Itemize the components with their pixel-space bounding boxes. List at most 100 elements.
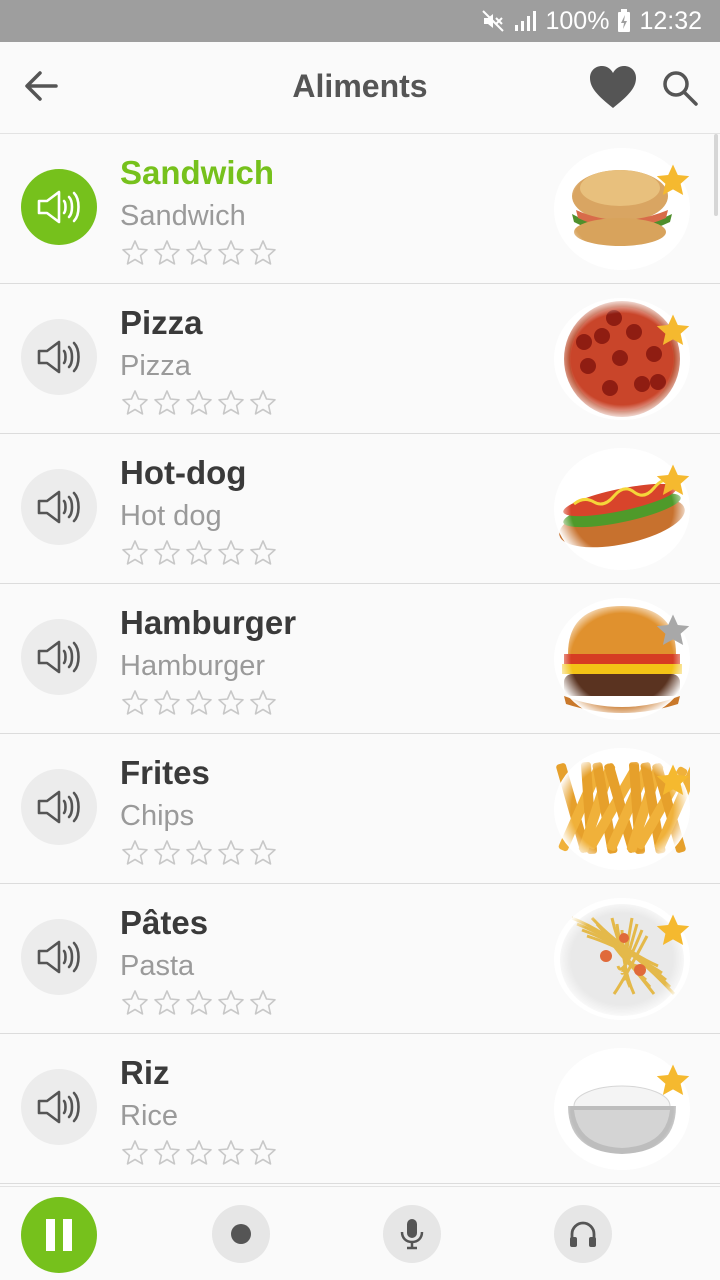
rating-star-icon[interactable] (120, 688, 150, 718)
speaker-icon (37, 490, 80, 524)
signal-icon (515, 11, 537, 31)
french-word: Frites (120, 754, 210, 791)
microphone-button[interactable] (383, 1205, 441, 1263)
play-audio-button[interactable] (21, 169, 97, 245)
list-item[interactable]: Riz Rice (0, 1034, 720, 1184)
rating-star-icon[interactable] (216, 838, 246, 868)
play-audio-button[interactable] (21, 769, 97, 845)
search-button[interactable] (660, 68, 700, 108)
speaker-icon (37, 340, 80, 374)
rating-star-icon[interactable] (120, 1138, 150, 1168)
app-bar: Aliments (0, 42, 720, 134)
english-translation: Rice (120, 1100, 179, 1132)
rating-star-icon[interactable] (120, 538, 150, 568)
speaker-icon (37, 640, 80, 674)
mute-icon (482, 10, 505, 32)
favorite-star-icon[interactable] (654, 612, 692, 650)
french-word: Sandwich (120, 154, 275, 191)
battery-charging-icon (618, 9, 631, 32)
list-item[interactable]: Hamburger Hamburger (0, 584, 720, 734)
speaker-icon (37, 940, 80, 974)
rating-star-icon[interactable] (248, 538, 278, 568)
list-item[interactable]: Frites Chips (0, 734, 720, 884)
rating-stars[interactable] (120, 388, 278, 418)
rating-star-icon[interactable] (216, 388, 246, 418)
battery-percent: 100% (545, 6, 610, 35)
heart-icon (590, 66, 636, 108)
rating-star-icon[interactable] (184, 688, 214, 718)
rating-stars[interactable] (120, 988, 278, 1018)
rating-star-icon[interactable] (216, 538, 246, 568)
favorites-button[interactable] (588, 64, 638, 110)
french-word: Riz (120, 1054, 170, 1091)
rating-star-icon[interactable] (184, 988, 214, 1018)
english-translation: Hot dog (120, 500, 222, 532)
rating-star-icon[interactable] (216, 988, 246, 1018)
favorite-star-icon[interactable] (654, 162, 692, 200)
rating-star-icon[interactable] (184, 238, 214, 268)
rating-star-icon[interactable] (152, 988, 182, 1018)
rating-star-icon[interactable] (120, 388, 150, 418)
favorite-star-icon[interactable] (654, 312, 692, 350)
rating-star-icon[interactable] (216, 1138, 246, 1168)
headphones-button[interactable] (554, 1205, 612, 1263)
play-audio-button[interactable] (21, 469, 97, 545)
rating-star-icon[interactable] (216, 688, 246, 718)
rating-stars[interactable] (120, 688, 278, 718)
speaker-icon (37, 790, 80, 824)
rating-star-icon[interactable] (184, 1138, 214, 1168)
rating-stars[interactable] (120, 538, 278, 568)
pause-button[interactable] (21, 1197, 97, 1273)
rating-stars[interactable] (120, 1138, 278, 1168)
scrollbar[interactable] (714, 134, 718, 216)
status-bar: 100% 12:32 (0, 0, 720, 42)
clock: 12:32 (639, 6, 702, 35)
speaker-icon (37, 190, 80, 224)
rating-stars[interactable] (120, 838, 278, 868)
rating-stars[interactable] (120, 238, 278, 268)
player-bar (0, 1186, 720, 1280)
rating-star-icon[interactable] (184, 388, 214, 418)
play-audio-button[interactable] (21, 919, 97, 995)
rating-star-icon[interactable] (216, 238, 246, 268)
play-audio-button[interactable] (21, 619, 97, 695)
favorite-star-icon[interactable] (654, 462, 692, 500)
rating-star-icon[interactable] (184, 538, 214, 568)
list-item[interactable]: Pâtes Pasta (0, 884, 720, 1034)
rating-star-icon[interactable] (248, 1138, 278, 1168)
rating-star-icon[interactable] (248, 838, 278, 868)
list-item[interactable]: Pizza Pizza (0, 284, 720, 434)
play-audio-button[interactable] (21, 1069, 97, 1145)
rating-star-icon[interactable] (152, 838, 182, 868)
rating-star-icon[interactable] (120, 838, 150, 868)
speaker-icon (37, 1090, 80, 1124)
english-translation: Sandwich (120, 200, 246, 232)
rating-star-icon[interactable] (152, 238, 182, 268)
rating-star-icon[interactable] (152, 388, 182, 418)
record-button[interactable] (212, 1205, 270, 1263)
favorite-star-icon[interactable] (654, 762, 692, 800)
rating-star-icon[interactable] (152, 538, 182, 568)
rating-star-icon[interactable] (248, 988, 278, 1018)
rating-star-icon[interactable] (152, 1138, 182, 1168)
favorite-star-icon[interactable] (654, 912, 692, 950)
list-item[interactable]: Sandwich Sandwich (0, 134, 720, 284)
french-word: Hamburger (120, 604, 297, 641)
rating-star-icon[interactable] (248, 688, 278, 718)
microphone-icon (400, 1219, 424, 1250)
rating-star-icon[interactable] (184, 838, 214, 868)
headphones-icon (570, 1221, 596, 1247)
english-translation: Hamburger (120, 650, 266, 682)
list-item[interactable]: Hot-dog Hot dog (0, 434, 720, 584)
play-audio-button[interactable] (21, 319, 97, 395)
rating-star-icon[interactable] (248, 388, 278, 418)
rating-star-icon[interactable] (152, 688, 182, 718)
rating-star-icon[interactable] (120, 238, 150, 268)
french-word: Pizza (120, 304, 203, 341)
english-translation: Chips (120, 800, 195, 832)
english-translation: Pasta (120, 950, 195, 982)
favorite-star-icon[interactable] (654, 1062, 692, 1100)
rating-star-icon[interactable] (248, 238, 278, 268)
rating-star-icon[interactable] (120, 988, 150, 1018)
search-icon (663, 71, 698, 106)
